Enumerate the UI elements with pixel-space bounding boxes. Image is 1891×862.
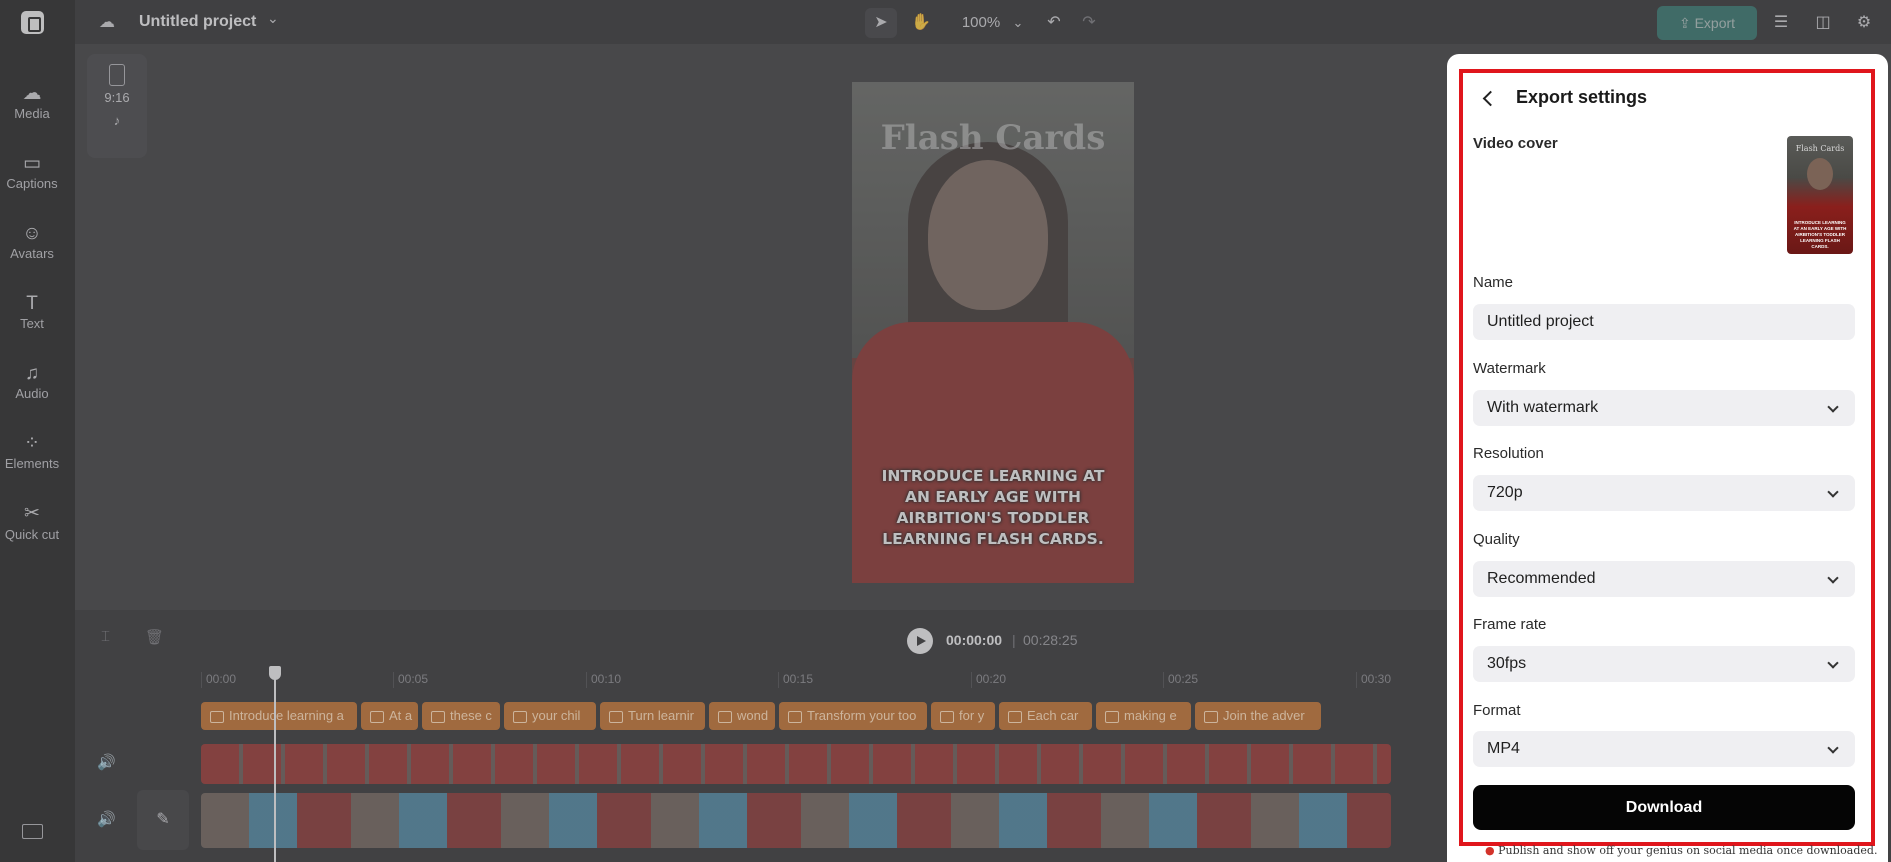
download-hint: ● Publish and show off your genius on so… [1485, 844, 1877, 857]
frame-rate-label: Frame rate [1473, 616, 1547, 633]
watermark-select[interactable]: With watermark [1473, 390, 1855, 426]
chevron-down-icon [1827, 742, 1839, 754]
frame-rate-select[interactable]: 30fps [1473, 646, 1855, 682]
cover-title: Flash Cards [1795, 144, 1845, 153]
quality-select[interactable]: Recommended [1473, 561, 1855, 597]
chevron-down-icon [1827, 572, 1839, 584]
resolution-value: 720p [1487, 484, 1523, 501]
resolution-label: Resolution [1473, 445, 1544, 462]
watermark-label: Watermark [1473, 360, 1546, 377]
export-settings-panel: Export settings Video cover Flash Cards … [1447, 54, 1888, 862]
resolution-select[interactable]: 720p [1473, 475, 1855, 511]
chevron-down-icon [1827, 401, 1839, 413]
video-cover-label: Video cover [1473, 135, 1558, 152]
format-label: Format [1473, 702, 1521, 719]
quality-label: Quality [1473, 531, 1520, 548]
back-arrow-icon[interactable] [1480, 88, 1498, 108]
format-value: MP4 [1487, 740, 1520, 757]
format-select[interactable]: MP4 [1473, 731, 1855, 767]
download-hint-text: Publish and show off your genius on soci… [1498, 844, 1878, 857]
panel-title: Export settings [1516, 87, 1648, 107]
cover-caption: INTRODUCE LEARNING AT AN EARLY AGE WITH … [1793, 220, 1847, 249]
name-input[interactable]: Untitled project [1473, 304, 1855, 340]
info-icon: ● [1485, 844, 1499, 857]
download-button[interactable]: Download [1473, 785, 1855, 830]
frame-rate-value: 30fps [1487, 655, 1527, 672]
watermark-value: With watermark [1487, 399, 1599, 416]
chevron-down-icon [1827, 657, 1839, 669]
quality-value: Recommended [1487, 570, 1596, 587]
chevron-down-icon [1827, 486, 1839, 498]
video-cover-thumbnail[interactable]: Flash Cards INTRODUCE LEARNING AT AN EAR… [1787, 136, 1853, 254]
name-label: Name [1473, 274, 1514, 291]
